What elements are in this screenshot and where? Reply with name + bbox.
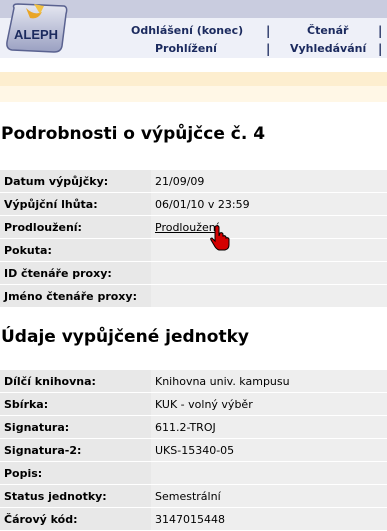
table-row: ID čtenáře proxy: <box>0 262 387 285</box>
loan-details-title: Podrobnosti o výpůjčce č. 4 <box>1 124 266 144</box>
header-band-accent <box>0 72 387 86</box>
nav-separator: | <box>266 42 271 56</box>
table-row: Datum výpůjčky: 21/09/09 <box>0 170 387 193</box>
call-number-2-value: UKS-15340-05 <box>151 439 387 462</box>
search-link[interactable]: Vyhledávání <box>290 42 366 55</box>
loan-date-label: Datum výpůjčky: <box>0 170 151 193</box>
renewal-label: Prodloužení: <box>0 216 151 239</box>
renewal-cell: Prodloužení <box>151 216 387 239</box>
collection-label: Sbírka: <box>0 393 151 416</box>
table-row: Status jednotky: Semestrální <box>0 485 387 508</box>
hand-pointer-cursor-icon <box>210 225 230 251</box>
table-row: Signatura: 611.2-TROJ <box>0 416 387 439</box>
nav-separator: | <box>378 24 383 38</box>
table-row: Signatura-2: UKS-15340-05 <box>0 439 387 462</box>
proxy-name-label: Jméno čtenáře proxy: <box>0 285 151 308</box>
nav-bottom-row: Prohlížení | Vyhledávání | <box>0 42 387 58</box>
table-row: Jméno čtenáře proxy: <box>0 285 387 308</box>
logout-link[interactable]: Odhlášení (konec) <box>131 24 243 37</box>
description-value <box>151 462 387 485</box>
call-number-2-label: Signatura-2: <box>0 439 151 462</box>
browse-link[interactable]: Prohlížení <box>155 42 217 55</box>
item-details-table: Dílčí knihovna: Knihovna univ. kampusu S… <box>0 370 387 531</box>
item-status-label: Status jednotky: <box>0 485 151 508</box>
collection-value: KUK - volný výběr <box>151 393 387 416</box>
proxy-name-value <box>151 285 387 308</box>
nav-top-row: Odhlášení (konec) | Čtenář | <box>0 24 387 40</box>
reader-link[interactable]: Čtenář <box>307 24 348 37</box>
header-band-spacer <box>0 58 387 72</box>
call-number-value: 611.2-TROJ <box>151 416 387 439</box>
table-row: Prodloužení: Prodloužení <box>0 216 387 239</box>
due-date-value: 06/01/10 v 23:59 <box>151 193 387 216</box>
fine-value <box>151 239 387 262</box>
table-row: Sbírka: KUK - volný výběr <box>0 393 387 416</box>
table-row: Výpůjční lhůta: 06/01/10 v 23:59 <box>0 193 387 216</box>
table-row: Dílčí knihovna: Knihovna univ. kampusu <box>0 370 387 393</box>
item-status-value: Semestrální <box>151 485 387 508</box>
table-row: Pokuta: <box>0 239 387 262</box>
call-number-label: Signatura: <box>0 416 151 439</box>
description-label: Popis: <box>0 462 151 485</box>
fine-label: Pokuta: <box>0 239 151 262</box>
proxy-id-value <box>151 262 387 285</box>
sublibrary-label: Dílčí knihovna: <box>0 370 151 393</box>
loan-date-value: 21/09/09 <box>151 170 387 193</box>
nav-separator: | <box>378 42 383 56</box>
table-row: Popis: <box>0 462 387 485</box>
sublibrary-value: Knihovna univ. kampusu <box>151 370 387 393</box>
page-header: ALEPH Odhlášení (konec) | Čtenář | Prohl… <box>0 0 387 86</box>
due-date-label: Výpůjční lhůta: <box>0 193 151 216</box>
loan-details-table: Datum výpůjčky: 21/09/09 Výpůjční lhůta:… <box>0 170 387 308</box>
nav-separator: | <box>266 24 271 38</box>
header-band-bottom <box>0 86 387 102</box>
item-details-title: Údaje vypůjčené jednotky <box>1 327 249 347</box>
proxy-id-label: ID čtenáře proxy: <box>0 262 151 285</box>
